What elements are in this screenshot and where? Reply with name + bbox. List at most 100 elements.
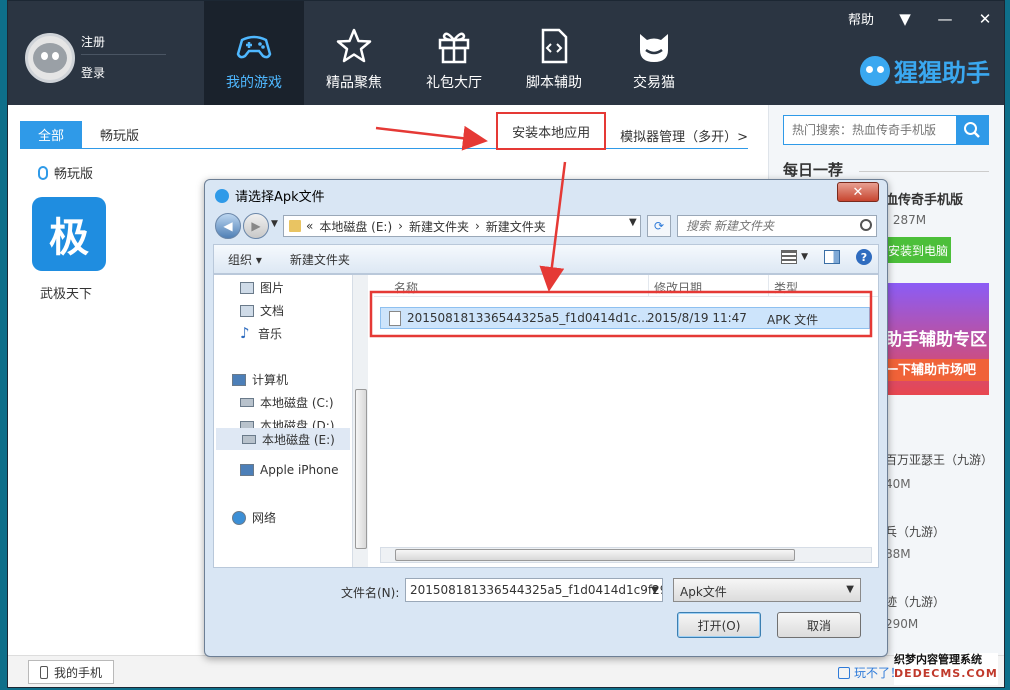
app-icon: [215, 188, 229, 203]
divider: [859, 171, 989, 172]
my-phone-button[interactable]: 我的手机: [28, 660, 114, 684]
filename-dropdown-icon[interactable]: ▼: [651, 585, 659, 596]
cat-icon: [634, 26, 674, 66]
filetype-value: Apk文件: [680, 585, 727, 599]
refresh-icon[interactable]: ⟳: [647, 215, 671, 237]
breadcrumb[interactable]: 本地磁盘 (E:): [319, 218, 392, 235]
phone-icon: [39, 665, 48, 679]
xingxing-assistant-window: 注册 登录 我的游戏 精品聚焦 礼包大厅 脚本辅助 交易猫 帮助 ▼ — ✕ 猩…: [7, 0, 1005, 688]
tree-scrollbar[interactable]: [352, 275, 368, 567]
register-link[interactable]: 注册: [81, 33, 105, 50]
help-link[interactable]: 帮助: [848, 9, 874, 28]
nav-my-games[interactable]: 我的游戏: [204, 1, 304, 105]
scroll-thumb[interactable]: [395, 549, 795, 561]
nav-script-assist[interactable]: 脚本辅助: [504, 1, 604, 105]
brand-logo: 猩猩助手: [860, 53, 990, 88]
search-button[interactable]: [956, 116, 988, 144]
view-options-icon[interactable]: [781, 250, 798, 264]
script-file-icon: [534, 26, 574, 66]
column-header-name[interactable]: 名称: [394, 279, 418, 296]
list-item[interactable]: 乓（九游）: [885, 523, 945, 540]
section-label: 畅玩版: [54, 167, 94, 182]
assist-banner[interactable]: 助手辅助专区 一下辅助市场吧: [885, 283, 989, 395]
dialog-content: 图片 文档 音乐 计算机 本地磁盘 (C:) 本地磁盘 (D:) 本地磁盘 (E…: [213, 274, 879, 568]
install-to-pc-button[interactable]: 安装到电脑: [885, 237, 951, 263]
music-icon: [240, 324, 252, 342]
dialog-search-input[interactable]: [678, 216, 854, 236]
column-header-type[interactable]: 类型: [774, 279, 798, 296]
address-bar[interactable]: « 本地磁盘 (E:) › 新建文件夹 › 新建文件夹: [283, 215, 641, 237]
cancel-button[interactable]: 取消: [777, 612, 861, 638]
nav-trade-cat[interactable]: 交易猫: [604, 1, 704, 105]
featured-game-name[interactable]: 血传奇手机版: [885, 189, 963, 208]
tree-item-iphone[interactable]: Apple iPhone: [240, 463, 338, 477]
scroll-thumb[interactable]: [355, 389, 367, 549]
daily-pick-heading: 每日一荐: [783, 161, 844, 179]
watermark-line: DEDECMS.COM: [894, 667, 998, 680]
nav-featured[interactable]: 精品聚焦: [304, 1, 404, 105]
hot-search-box: [783, 115, 989, 145]
tree-item-pictures[interactable]: 图片: [240, 279, 284, 296]
column-separator[interactable]: [768, 275, 769, 297]
tree-item-label: 网络: [252, 511, 277, 525]
gamepad-icon: [234, 26, 274, 66]
game-name[interactable]: 武极天下: [40, 283, 92, 302]
back-arrow-icon[interactable]: ◀: [215, 213, 241, 239]
history-dropdown-icon[interactable]: ▼: [271, 219, 278, 229]
tab-all[interactable]: 全部: [20, 120, 83, 149]
avatar[interactable]: [25, 33, 75, 83]
tree-item-drive-c[interactable]: 本地磁盘 (C:): [240, 394, 334, 411]
minimize-icon[interactable]: —: [936, 10, 954, 28]
mouse-icon: [38, 165, 48, 180]
game-icon-wujitianxia[interactable]: 极: [32, 197, 106, 271]
nav-gift-hall[interactable]: 礼包大厅: [404, 1, 504, 105]
bottom-bar: 我的手机 玩不了！速: [8, 655, 1004, 687]
drive-icon: [242, 434, 256, 444]
list-item[interactable]: 百万亚瑟王（九游）: [885, 451, 993, 468]
address-dropdown-icon[interactable]: ▼: [629, 217, 637, 228]
dialog-title: 请选择Apk文件: [215, 186, 325, 205]
dialog-search-box: [677, 215, 877, 237]
column-header-date[interactable]: 修改日期: [654, 279, 702, 296]
brand-name: 猩猩助手: [894, 59, 990, 87]
file-date: 2015/8/19 11:47: [647, 311, 747, 325]
tree-item-network[interactable]: 网络: [232, 509, 276, 526]
chevron-down-icon: ▼: [846, 584, 854, 595]
tab-smooth-edition[interactable]: 畅玩版: [82, 121, 157, 149]
tree-item-music[interactable]: 音乐: [240, 324, 283, 342]
filename-field[interactable]: 201508181336544325a5_f1d0414d1c9f29: [405, 578, 663, 602]
tree-item-label: 音乐: [258, 327, 283, 341]
column-separator[interactable]: [648, 275, 649, 297]
horizontal-scrollbar[interactable]: [380, 547, 872, 563]
filetype-select[interactable]: Apk文件 ▼: [673, 578, 861, 602]
network-icon: [232, 510, 246, 525]
watermark: 织梦内容管理系统 DEDECMS.COM: [894, 653, 998, 685]
list-item[interactable]: 迹（九游）: [885, 593, 945, 610]
install-local-app-button[interactable]: 安装本地应用: [496, 112, 607, 150]
monkey-avatar-icon: [33, 43, 67, 73]
emulator-manage-link[interactable]: 模拟器管理（多开）>: [620, 126, 748, 145]
account-divider: [81, 54, 166, 55]
forward-arrow-icon[interactable]: ▶: [243, 213, 269, 239]
breadcrumb[interactable]: 新建文件夹: [486, 218, 546, 235]
view-dropdown-icon[interactable]: ▼: [801, 252, 808, 262]
tree-item-documents[interactable]: 文档: [240, 302, 284, 319]
hot-search-input[interactable]: [784, 116, 956, 144]
close-icon[interactable]: ✕: [976, 10, 994, 28]
watermark-line: 织梦内容管理系统: [894, 653, 982, 666]
menu-dropdown-icon[interactable]: ▼: [896, 10, 914, 28]
help-icon[interactable]: ?: [856, 249, 872, 265]
file-list: 名称 修改日期 类型 201508181336544325a5_f1d0414d…: [374, 275, 878, 567]
tree-item-drive-e[interactable]: 本地磁盘 (E:): [216, 428, 350, 450]
breadcrumb[interactable]: 新建文件夹: [409, 218, 469, 235]
new-folder-button[interactable]: 新建文件夹: [276, 251, 364, 268]
table-row[interactable]: 201508181336544325a5_f1d0414d1c... 2015/…: [380, 307, 870, 329]
open-button[interactable]: 打开(O): [677, 612, 761, 638]
dialog-close-button[interactable]: ✕: [837, 182, 879, 202]
header-bar: 注册 登录 我的游戏 精品聚焦 礼包大厅 脚本辅助 交易猫 帮助 ▼ — ✕ 猩…: [8, 1, 1004, 105]
preview-pane-icon[interactable]: [824, 250, 840, 264]
login-link[interactable]: 登录: [81, 64, 105, 81]
dialog-title-text: 请选择Apk文件: [235, 190, 325, 205]
tree-item-computer[interactable]: 计算机: [232, 371, 288, 388]
organize-menu[interactable]: 组织 ▾: [214, 251, 276, 268]
